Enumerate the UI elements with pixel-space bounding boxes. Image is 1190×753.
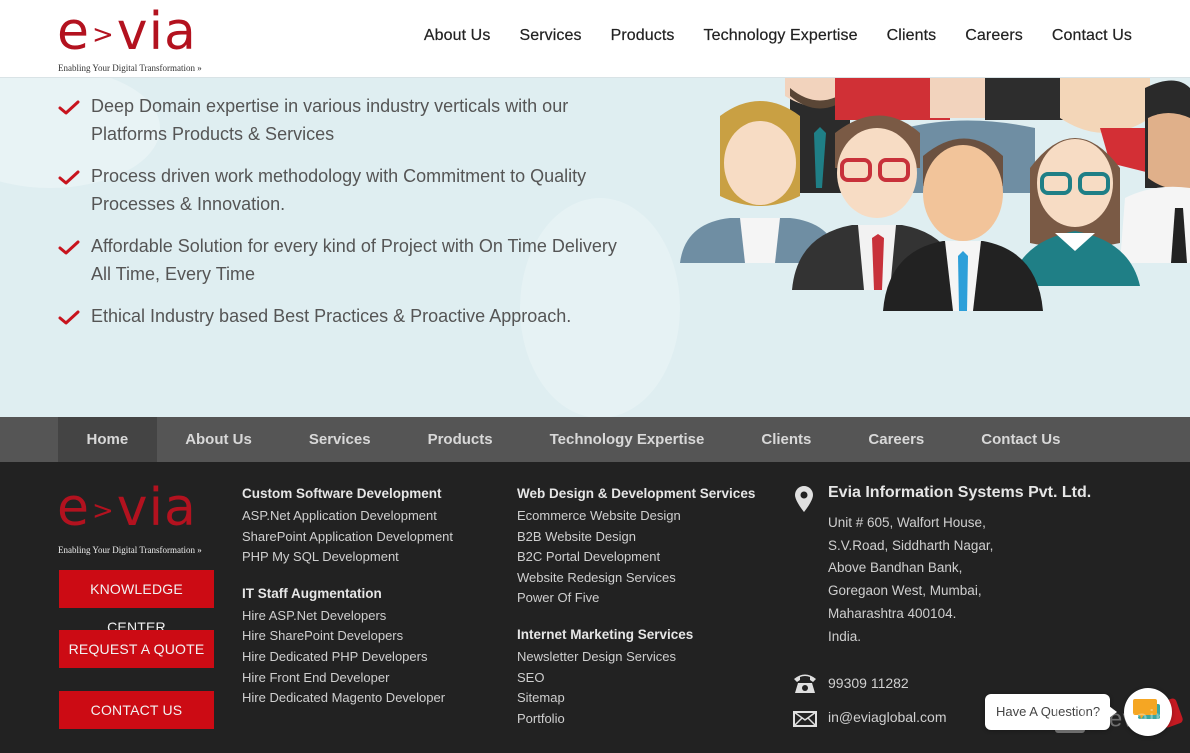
footer-link[interactable]: Website Redesign Services: [517, 568, 755, 589]
top-nav-careers[interactable]: Careers: [951, 27, 1038, 45]
top-nav-products[interactable]: Products: [596, 27, 689, 45]
telephone-icon: [794, 674, 816, 693]
logo-wordmark: e>via: [57, 478, 197, 538]
footer-link[interactable]: Hire Front End Developer: [242, 668, 453, 689]
address-line: S.V.Road, Siddharth Nagar,: [828, 537, 994, 553]
footer-link[interactable]: Sitemap: [517, 688, 755, 709]
location-pin-icon: [795, 486, 813, 512]
top-nav-services[interactable]: Services: [505, 27, 596, 45]
feature-item: Affordable Solution for every kind of Pr…: [58, 232, 618, 288]
footer-link[interactable]: Newsletter Design Services: [517, 647, 755, 668]
email-link[interactable]: in@eviaglobal.com: [828, 709, 947, 725]
feature-item: Process driven work methodology with Com…: [58, 162, 618, 218]
footer-link[interactable]: Hire Dedicated PHP Developers: [242, 647, 453, 668]
logo-tagline: Enabling Your Digital Transformation »: [58, 63, 202, 73]
footer-heading: Internet Marketing Services: [517, 626, 694, 642]
double-chevron-icon: »: [197, 545, 202, 555]
bottom-nav-services[interactable]: Services: [280, 417, 399, 462]
request-quote-button[interactable]: REQUEST A QUOTE: [59, 630, 214, 668]
footer-heading: Web Design & Development Services: [517, 486, 756, 501]
footer-brand-logo[interactable]: e>via Enabling Your Digital Transformati…: [57, 478, 217, 562]
secondary-navigation: Home About Us Services Products Technolo…: [0, 417, 1190, 462]
top-nav-clients[interactable]: Clients: [872, 27, 951, 45]
top-nav-technology-expertise[interactable]: Technology Expertise: [689, 27, 872, 45]
address-line: Above Bandhan Bank,: [828, 560, 963, 576]
company-name: Evia Information Systems Pvt. Ltd.: [828, 484, 1092, 501]
footer-link[interactable]: Portfolio: [517, 709, 755, 730]
top-navigation: About Us Services Products Technology Ex…: [409, 27, 1146, 45]
address-line: Unit # 605, Walfort House,: [828, 515, 986, 530]
company-address: Evia Information Systems Pvt. Ltd. Unit …: [828, 484, 1091, 648]
feature-item: Deep Domain expertise in various industr…: [58, 92, 618, 148]
footer-link[interactable]: SharePoint Application Development: [242, 527, 453, 548]
feature-text: Affordable Solution for every kind of Pr…: [91, 236, 617, 284]
bottom-nav-home[interactable]: Home: [58, 417, 157, 462]
phone-number[interactable]: 99309 11282: [828, 675, 909, 691]
feature-item: Ethical Industry based Best Practices & …: [58, 302, 618, 330]
footer-link[interactable]: Hire ASP.Net Developers: [242, 606, 453, 627]
revain-watermark: Revain: [1055, 699, 1169, 737]
footer-link[interactable]: B2B Website Design: [517, 527, 755, 548]
footer-link[interactable]: B2C Portal Development: [517, 547, 755, 568]
top-nav-about-us[interactable]: About Us: [409, 27, 505, 45]
feature-text: Process driven work methodology with Com…: [91, 166, 587, 214]
envelope-icon: [793, 711, 817, 727]
footer-link[interactable]: Ecommerce Website Design: [517, 506, 755, 527]
top-nav-contact-us[interactable]: Contact Us: [1037, 27, 1146, 45]
bottom-nav-contact-us[interactable]: Contact Us: [953, 417, 1089, 462]
footer-link[interactable]: Power Of Five: [517, 588, 755, 609]
knowledge-center-button[interactable]: KNOWLEDGE CENTER: [59, 570, 214, 635]
checkmark-icon: [58, 310, 80, 325]
footer-column-services: Custom Software Development ASP.Net Appl…: [242, 486, 453, 709]
bottom-nav-technology-expertise[interactable]: Technology Expertise: [521, 417, 733, 462]
person-back-dark: [985, 78, 1065, 120]
contact-us-button[interactable]: CONTACT US: [59, 691, 214, 729]
footer-link[interactable]: Hire SharePoint Developers: [242, 626, 453, 647]
logo-wordmark: e>via: [57, 2, 197, 62]
footer-heading: Custom Software Development: [242, 486, 442, 501]
address-line: Goregaon West, Mumbai,: [828, 583, 982, 599]
double-chevron-icon: »: [197, 63, 202, 73]
bottom-nav-about-us[interactable]: About Us: [157, 417, 281, 462]
footer-heading: IT Staff Augmentation: [242, 585, 382, 601]
footer-link[interactable]: SEO: [517, 668, 755, 689]
logo-tagline: Enabling Your Digital Transformation »: [58, 545, 202, 555]
bottom-nav-products[interactable]: Products: [399, 417, 521, 462]
footer-link[interactable]: Hire Dedicated Magento Developer: [242, 688, 453, 709]
team-illustration: [680, 78, 1190, 311]
feature-list: Deep Domain expertise in various industr…: [58, 92, 618, 344]
hero-section: Deep Domain expertise in various industr…: [0, 78, 1190, 417]
feature-text: Ethical Industry based Best Practices & …: [91, 306, 572, 326]
brand-logo[interactable]: e>via Enabling Your Digital Transformati…: [57, 2, 217, 76]
bottom-nav-careers[interactable]: Careers: [840, 417, 953, 462]
checkmark-icon: [58, 170, 80, 185]
bottom-nav-clients[interactable]: Clients: [733, 417, 840, 462]
feature-text: Deep Domain expertise in various industr…: [91, 96, 569, 144]
footer-link[interactable]: ASP.Net Application Development: [242, 506, 453, 527]
footer-link[interactable]: PHP My SQL Development: [242, 547, 453, 568]
address-line: India.: [828, 628, 862, 644]
address-line: Maharashtra 400104.: [828, 605, 957, 621]
site-header: e>via Enabling Your Digital Transformati…: [0, 0, 1190, 78]
footer-column-web: Web Design & Development Services Ecomme…: [517, 486, 755, 729]
checkmark-icon: [58, 240, 80, 255]
checkmark-icon: [58, 100, 80, 115]
watermark-logo-icon: [1055, 699, 1085, 733]
